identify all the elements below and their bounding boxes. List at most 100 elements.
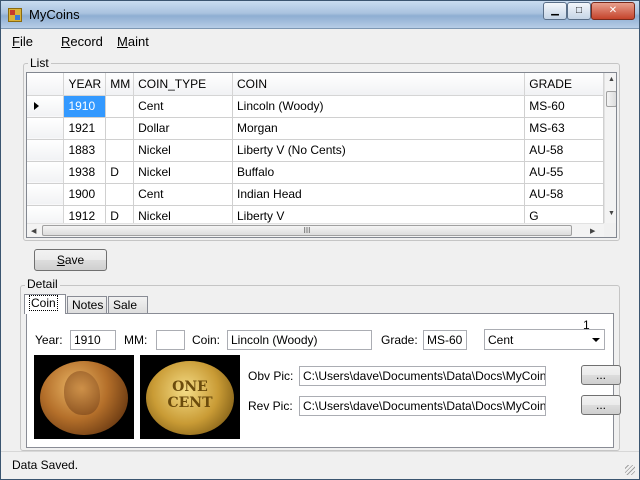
table-row[interactable]: 1912 D Nickel Liberty V G xyxy=(27,205,604,223)
cell-coin[interactable]: Liberty V (No Cents) xyxy=(232,139,526,162)
scroll-down-icon[interactable]: ▼ xyxy=(608,210,615,217)
row-header[interactable] xyxy=(27,183,65,206)
column-header-coin-type[interactable]: COIN_TYPE xyxy=(133,73,233,96)
cell-mm[interactable] xyxy=(105,95,135,118)
year-field[interactable]: 1910 xyxy=(70,330,116,350)
menu-file[interactable]: File xyxy=(12,34,33,49)
cell-coin-type[interactable]: Nickel xyxy=(133,161,233,184)
cell-coin-type[interactable]: Cent xyxy=(133,183,233,206)
mm-field[interactable] xyxy=(156,330,185,350)
status-bar: Data Saved. xyxy=(1,451,639,479)
cell-mm[interactable] xyxy=(105,117,135,140)
cell-grade[interactable]: AU-58 xyxy=(524,183,604,206)
cell-mm[interactable]: D xyxy=(105,161,135,184)
cell-coin-type[interactable]: Cent xyxy=(133,95,233,118)
rev-browse-button[interactable]: ... xyxy=(581,395,621,415)
grid-horizontal-scrollbar[interactable]: ◀ III ▶ xyxy=(27,223,604,237)
save-button[interactable]: Save xyxy=(34,249,107,271)
minimize-button[interactable]: ▁ xyxy=(543,2,567,20)
mm-label: MM: xyxy=(124,333,148,347)
minimize-icon: ▁ xyxy=(551,5,559,16)
menu-maint-accel: M xyxy=(117,34,128,49)
cell-year[interactable]: 1900 xyxy=(63,183,107,206)
coin-type-select[interactable]: Cent xyxy=(484,329,605,350)
column-header-coin[interactable]: COIN xyxy=(232,73,526,96)
menu-record[interactable]: Record xyxy=(61,34,103,49)
save-label: ave xyxy=(64,253,85,267)
scrollbar-corner xyxy=(604,223,616,237)
cell-mm[interactable]: D xyxy=(105,205,135,223)
obv-browse-button[interactable]: ... xyxy=(581,365,621,385)
column-header-mm[interactable]: MM xyxy=(105,73,135,96)
corner-header xyxy=(27,73,65,96)
cell-mm[interactable] xyxy=(105,139,135,162)
chevron-down-icon[interactable] xyxy=(592,338,600,342)
menu-maint[interactable]: Maint xyxy=(117,34,149,49)
cell-mm[interactable] xyxy=(105,183,135,206)
cell-grade[interactable]: MS-60 xyxy=(524,95,604,118)
cell-year[interactable]: 1883 xyxy=(63,139,107,162)
vertical-scroll-thumb[interactable] xyxy=(606,91,616,107)
resize-grip-icon[interactable] xyxy=(625,465,635,475)
table-row[interactable]: 1921 Dollar Morgan MS-63 xyxy=(27,117,604,140)
obv-pic-label: Obv Pic: xyxy=(248,369,294,383)
row-header[interactable] xyxy=(27,161,65,184)
row-header-current[interactable] xyxy=(27,95,65,118)
row-header[interactable] xyxy=(27,139,65,162)
cell-grade[interactable]: G xyxy=(524,205,604,223)
grade-field[interactable]: MS-60 xyxy=(423,330,467,350)
grid-vertical-scrollbar[interactable]: ▲ ▼ xyxy=(604,73,616,223)
cell-year[interactable]: 1921 xyxy=(63,117,107,140)
menu-record-accel: R xyxy=(61,34,71,49)
detail-group-label: Detail xyxy=(25,277,60,291)
table-row[interactable]: 1910 Cent Lincoln (Woody) MS-60 xyxy=(27,95,604,118)
cell-coin-type[interactable]: Nickel xyxy=(133,139,233,162)
app-icon xyxy=(8,8,22,22)
status-text: Data Saved. xyxy=(12,458,79,472)
cell-coin[interactable]: Liberty V xyxy=(232,205,526,223)
coins-table: YEAR MM COIN_TYPE COIN GRADE 1910 Cent L… xyxy=(27,73,604,223)
cell-coin[interactable]: Morgan xyxy=(232,117,526,140)
cell-grade[interactable]: AU-58 xyxy=(524,139,604,162)
cell-grade[interactable]: AU-55 xyxy=(524,161,604,184)
obv-pic-field[interactable]: C:\Users\dave\Documents\Data\Docs\MyCoin… xyxy=(299,366,546,386)
rev-pic-field[interactable]: C:\Users\dave\Documents\Data\Docs\MyCoin… xyxy=(299,396,546,416)
close-icon: ✕ xyxy=(608,5,618,16)
scroll-right-icon[interactable]: ▶ xyxy=(590,227,595,235)
title-bar[interactable]: MyCoins ▁ □ ✕ xyxy=(1,1,639,29)
horizontal-scroll-thumb[interactable]: III xyxy=(42,225,572,236)
save-accel: S xyxy=(56,253,65,267)
cell-coin-type[interactable]: Nickel xyxy=(133,205,233,223)
table-row[interactable]: 1883 Nickel Liberty V (No Cents) AU-58 xyxy=(27,139,604,162)
cell-coin-type[interactable]: Dollar xyxy=(133,117,233,140)
menu-bar: File Record Maint xyxy=(1,30,639,52)
coin-field[interactable]: Lincoln (Woody) xyxy=(227,330,372,350)
maximize-button[interactable]: □ xyxy=(567,2,591,20)
column-header-year[interactable]: YEAR xyxy=(63,73,107,96)
tab-sale[interactable]: Sale xyxy=(108,296,148,314)
cell-coin[interactable]: Indian Head xyxy=(232,183,526,206)
scroll-left-icon[interactable]: ◀ xyxy=(31,227,36,235)
cell-coin[interactable]: Buffalo xyxy=(232,161,526,184)
list-group-label: List xyxy=(28,56,51,70)
table-row[interactable]: 1938 D Nickel Buffalo AU-55 xyxy=(27,161,604,184)
close-button[interactable]: ✕ xyxy=(591,2,635,20)
cell-year[interactable]: 1910 xyxy=(63,95,107,118)
maximize-icon: □ xyxy=(575,5,583,16)
tab-notes[interactable]: Notes xyxy=(67,296,107,314)
scroll-up-icon[interactable]: ▲ xyxy=(608,76,615,83)
cell-year[interactable]: 1938 xyxy=(63,161,107,184)
menu-record-label: ecord xyxy=(70,34,103,49)
coins-grid[interactable]: YEAR MM COIN_TYPE COIN GRADE 1910 Cent L… xyxy=(26,72,617,238)
row-header[interactable] xyxy=(27,117,65,140)
cell-coin[interactable]: Lincoln (Woody) xyxy=(232,95,526,118)
grade-label: Grade: xyxy=(381,333,418,347)
table-row[interactable]: 1900 Cent Indian Head AU-58 xyxy=(27,183,604,206)
tab-coin[interactable]: Coin xyxy=(24,294,66,314)
current-row-arrow-icon xyxy=(34,102,39,110)
row-header[interactable] xyxy=(27,205,65,223)
menu-file-label: ile xyxy=(19,34,33,49)
cell-grade[interactable]: MS-63 xyxy=(524,117,604,140)
column-header-grade[interactable]: GRADE xyxy=(524,73,604,96)
cell-year[interactable]: 1912 xyxy=(63,205,107,223)
